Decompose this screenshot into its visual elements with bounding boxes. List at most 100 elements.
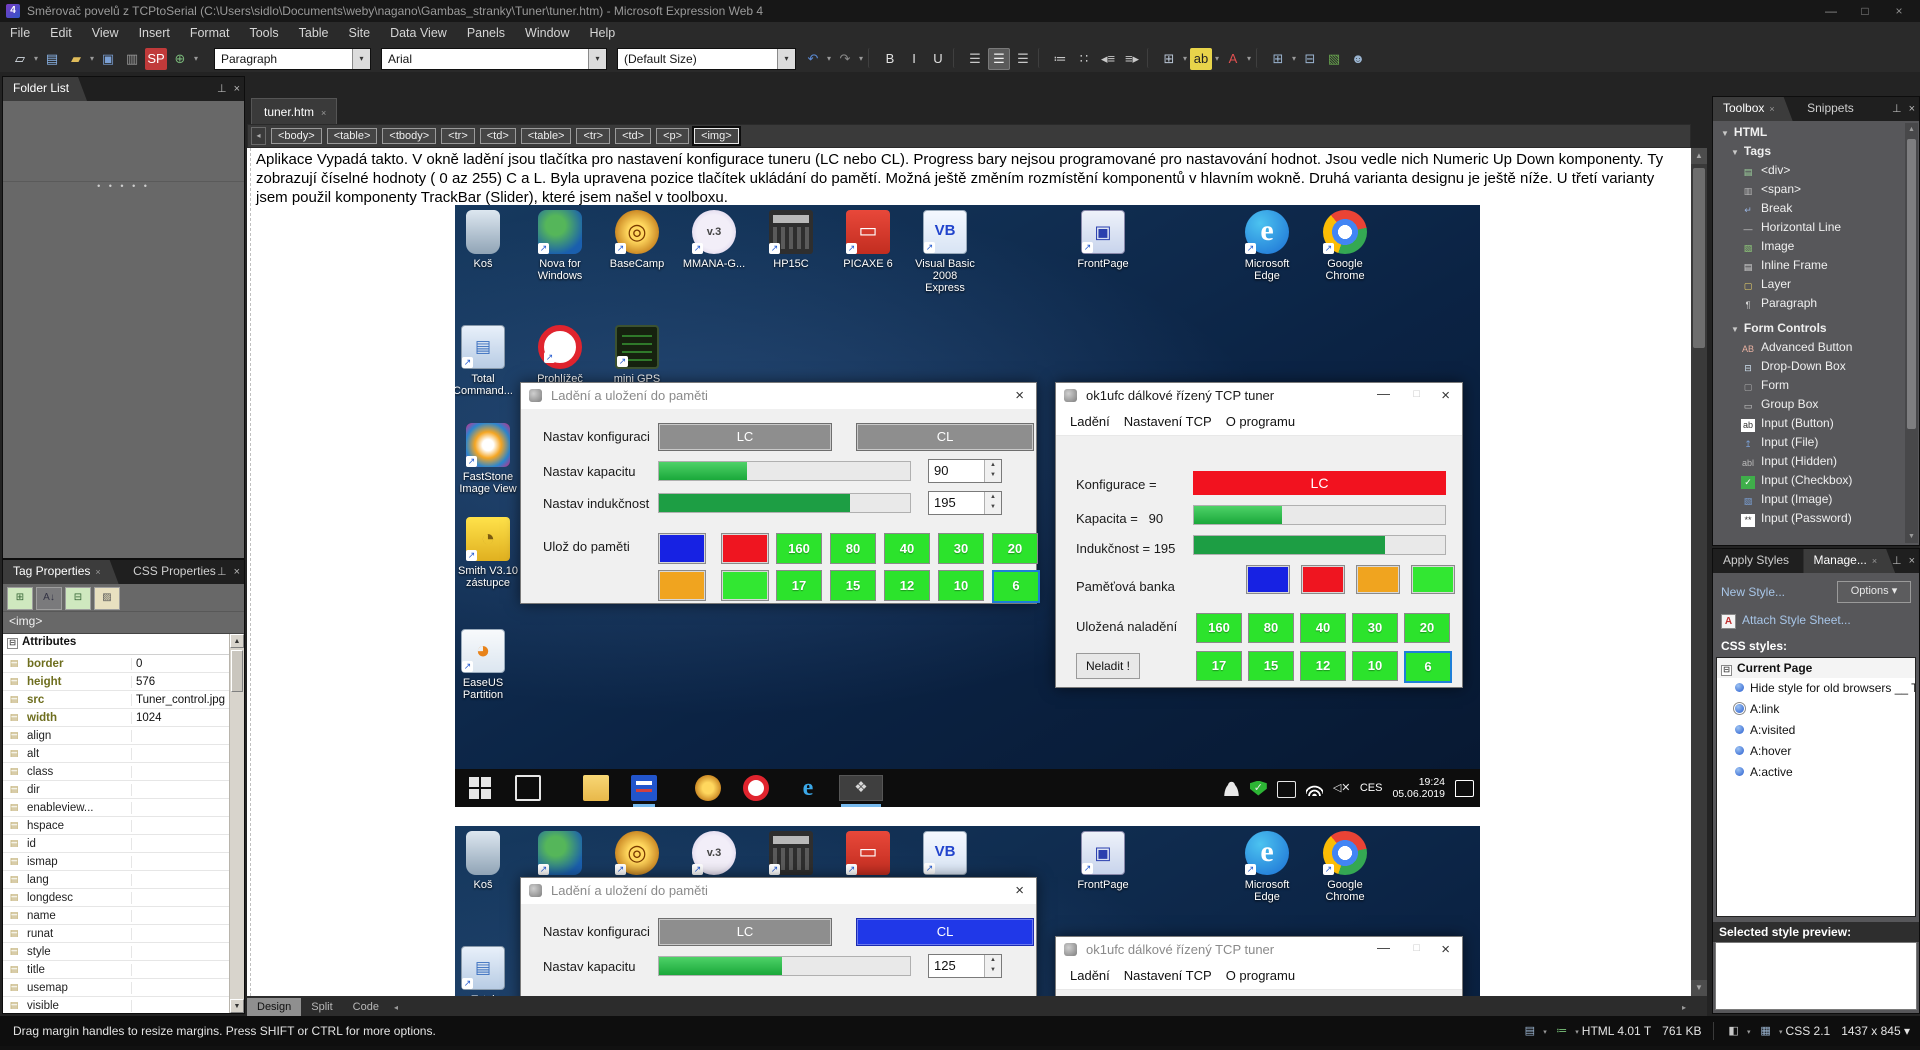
snippets-tab[interactable]: Snippets <box>1797 97 1864 121</box>
pin-icon[interactable]: ⊥ <box>217 566 227 578</box>
panel-splitter[interactable]: • • • • • <box>3 181 244 190</box>
toolbox-group-form-controls[interactable]: ▼Form Controls <box>1713 319 1905 338</box>
toolbox-item[interactable]: ablInput (Hidden) <box>1713 452 1905 471</box>
redo-icon[interactable]: ↷▾ <box>834 48 856 70</box>
breadcrumb-tag[interactable]: <p> <box>656 128 689 144</box>
margin-guide[interactable] <box>250 148 251 996</box>
breadcrumb-tag[interactable]: <tr> <box>441 128 475 144</box>
menu-item[interactable]: View <box>82 22 129 45</box>
toolbox-group-tags[interactable]: ▼Tags <box>1713 142 1905 161</box>
borders-icon[interactable]: ⊞▾ <box>1158 48 1180 70</box>
align-center-icon[interactable]: ☰▾ <box>988 48 1010 70</box>
publish-icon[interactable]: ⊕▾ <box>169 48 191 70</box>
save-icon[interactable]: ▣▾ <box>97 48 119 70</box>
set-properties-icon[interactable]: ⊟ <box>65 587 91 610</box>
italic-icon[interactable]: I▾ <box>903 48 925 70</box>
style-application-icon[interactable]: ≔▾ <box>1553 1023 1571 1039</box>
menu-item[interactable]: Table <box>289 22 339 45</box>
toolbox-item[interactable]: ▢Form <box>1713 376 1905 395</box>
attribute-value[interactable]: Tuner_control.jpg <box>132 694 244 706</box>
toolbox-item[interactable]: ABAdvanced Button <box>1713 338 1905 357</box>
menu-item[interactable]: Panels <box>457 22 515 45</box>
rendering-mode-icon[interactable]: ◧▾ <box>1725 1023 1743 1039</box>
picture-icon[interactable]: ▧▾ <box>1323 48 1345 70</box>
toolbox-item[interactable]: abInput (Button) <box>1713 414 1905 433</box>
tag-nav-icon[interactable]: ◂ <box>251 127 266 145</box>
view-tab[interactable]: Code <box>343 998 389 1016</box>
breadcrumb-tag[interactable]: <body> <box>271 128 322 144</box>
style-item[interactable]: A:active <box>1717 762 1915 783</box>
breadcrumb-tag[interactable]: <table> <box>327 128 378 144</box>
menu-item[interactable]: Help <box>580 22 626 45</box>
toolbox-item[interactable]: ▤Inline Frame <box>1713 256 1905 275</box>
css-version-indicator[interactable]: CSS 2.1 <box>1786 1024 1831 1038</box>
close-icon[interactable]: × <box>1909 103 1915 115</box>
close-icon[interactable]: × <box>234 83 240 95</box>
attach-stylesheet-link[interactable]: Attach Style Sheet... <box>1742 613 1851 627</box>
maximize-button[interactable]: □ <box>1848 0 1882 22</box>
pin-icon[interactable]: ⊥ <box>1892 103 1902 115</box>
toolbox-item[interactable]: ▤<div> <box>1713 161 1905 180</box>
tuner-control-image[interactable]: Koš Nova for Windows ◎ BaseCamp v.3 MMAN… <box>455 205 1480 807</box>
folder-list-tab[interactable]: Folder List <box>3 77 87 101</box>
scroll-right-icon[interactable]: ▸ <box>1677 1000 1691 1016</box>
toolbox-item[interactable]: ¶Paragraph <box>1713 294 1905 313</box>
undo-icon[interactable]: ↶▾ <box>802 48 824 70</box>
breadcrumb-tag[interactable]: <table> <box>521 128 572 144</box>
editor-vertical-scrollbar[interactable]: ▲ ▼ <box>1691 148 1707 996</box>
chevron-down-icon[interactable]: ▾ <box>352 49 370 69</box>
new-style-link[interactable]: New Style... <box>1721 585 1785 599</box>
toolbox-group-html[interactable]: ▼HTML <box>1713 123 1905 142</box>
menu-item[interactable]: Edit <box>40 22 82 45</box>
toolbox-item[interactable]: ▭Group Box <box>1713 395 1905 414</box>
view-tab[interactable]: Design <box>247 998 301 1016</box>
minimize-button[interactable]: — <box>1814 0 1848 22</box>
toolbox-item[interactable]: ↵Break <box>1713 199 1905 218</box>
attribute-value[interactable]: 1024 <box>132 712 244 724</box>
align-right-icon[interactable]: ☰▾ <box>1012 48 1034 70</box>
menu-item[interactable]: File <box>0 22 40 45</box>
superpreview-icon[interactable]: SP▾ <box>145 48 167 70</box>
font-select[interactable]: Arial ▾ <box>381 48 607 70</box>
font-size-select[interactable]: (Default Size) ▾ <box>617 48 796 70</box>
alphabetical-sort-icon[interactable]: A↓ <box>36 587 62 610</box>
menu-item[interactable]: Tools <box>239 22 288 45</box>
current-page-node[interactable]: ⊟Current Page <box>1717 658 1915 678</box>
breadcrumb-tag[interactable]: <tr> <box>576 128 610 144</box>
menu-item[interactable]: Format <box>180 22 240 45</box>
breadcrumb-tag[interactable]: <img> <box>694 128 739 144</box>
breadcrumb-tag[interactable]: <td> <box>615 128 651 144</box>
menu-item[interactable]: Window <box>515 22 579 45</box>
attach-file-icon[interactable]: ▥▾ <box>121 48 143 70</box>
attribute-value[interactable]: 576 <box>132 676 244 688</box>
menu-item[interactable]: Site <box>339 22 381 45</box>
design-view[interactable]: Aplikace Vypadá takto. V okně ladění jso… <box>247 148 1691 996</box>
document-tab[interactable]: tuner.htm× <box>251 98 337 124</box>
tuner-control-image-2[interactable]: Koš Nova for Windows ◎ BaseCamp v.3 MMAN… <box>455 826 1480 996</box>
highlight-icon[interactable]: ab▾ <box>1190 48 1212 70</box>
attributes-section-header[interactable]: ⊟Attributes <box>3 634 244 655</box>
person-icon[interactable]: ☻▾ <box>1347 48 1369 70</box>
visual-aids-icon[interactable]: ▤▾ <box>1521 1023 1539 1039</box>
style-item[interactable]: A:link <box>1717 699 1915 720</box>
breadcrumb-tag[interactable]: <tbody> <box>382 128 436 144</box>
attribute-value[interactable]: 0 <box>132 658 244 670</box>
close-icon[interactable]: × <box>234 566 240 578</box>
table-icon[interactable]: ⊞▾ <box>1267 48 1289 70</box>
toolbox-item[interactable]: ▧Image <box>1713 237 1905 256</box>
align-left-icon[interactable]: ☰▾ <box>964 48 986 70</box>
manage-styles-tab[interactable]: Manage...× <box>1803 549 1895 573</box>
chevron-down-icon[interactable]: ▾ <box>777 49 795 69</box>
document-paragraph[interactable]: Aplikace Vypadá takto. V okně ladění jso… <box>256 150 1688 207</box>
html-page-icon[interactable]: ▤▾ <box>41 48 63 70</box>
toolbox-item[interactable]: ▢Layer <box>1713 275 1905 294</box>
numbered-list-icon[interactable]: ≔▾ <box>1049 48 1071 70</box>
toolbox-item[interactable]: ✓Input (Checkbox) <box>1713 471 1905 490</box>
apply-styles-tab[interactable]: Apply Styles <box>1713 549 1799 573</box>
tag-properties-tab[interactable]: Tag Properties× <box>3 560 119 584</box>
font-color-icon[interactable]: A▾ <box>1222 48 1244 70</box>
style-item[interactable]: Hide style for old browsers __ TH <box>1717 678 1915 699</box>
close-icon[interactable]: × <box>1909 555 1915 567</box>
increase-indent-icon[interactable]: ≡▸▾ <box>1121 48 1143 70</box>
doctype-indicator[interactable]: HTML 4.01 T <box>1582 1024 1651 1038</box>
